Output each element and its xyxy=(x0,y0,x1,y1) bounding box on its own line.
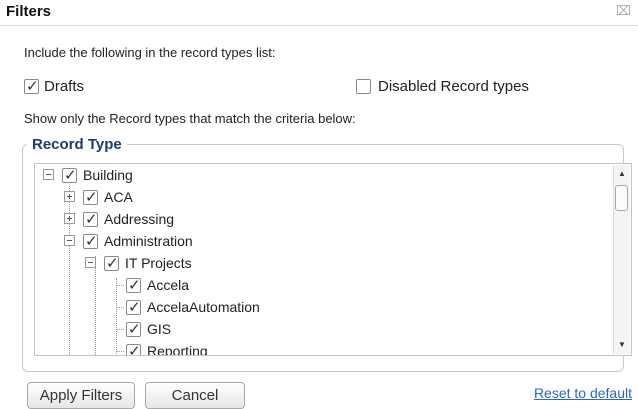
tree-label-building[interactable]: Building xyxy=(83,167,133,183)
tree-checkbox-accelaautomation[interactable] xyxy=(126,298,141,316)
tree-label-reporting[interactable]: Reporting xyxy=(147,343,208,355)
drafts-checkbox[interactable] xyxy=(24,77,39,95)
tree-connector xyxy=(116,278,117,355)
collapse-toggle-icon[interactable] xyxy=(43,169,54,180)
disabled-record-types-label[interactable]: Disabled Record types xyxy=(378,78,529,95)
tree-checkbox-reporting[interactable] xyxy=(126,342,141,355)
collapse-toggle-icon[interactable] xyxy=(64,235,75,246)
tree-label-gis[interactable]: GIS xyxy=(147,321,171,337)
tree-label-aca[interactable]: ACA xyxy=(104,189,133,205)
tree-label-accela[interactable]: Accela xyxy=(147,277,189,293)
tree-connector xyxy=(95,256,96,355)
dialog-titlebar: Filters ⌧ xyxy=(0,0,638,26)
close-icon[interactable]: ⌧ xyxy=(616,3,631,19)
collapse-toggle-icon[interactable] xyxy=(85,257,96,268)
tree-checkbox-accela[interactable] xyxy=(126,276,141,294)
criteria-instruction: Show only the Record types that match th… xyxy=(24,111,356,126)
scroll-up-arrow-icon[interactable]: ▲ xyxy=(614,167,630,181)
tree-label-accelaautomation[interactable]: AccelaAutomation xyxy=(147,299,260,315)
tree-label-addressing[interactable]: Addressing xyxy=(104,211,174,227)
tree-label-administration[interactable]: Administration xyxy=(104,233,193,249)
tree-connector xyxy=(69,186,70,355)
disabled-record-types-checkbox[interactable] xyxy=(356,79,371,94)
tree-connector xyxy=(116,285,124,286)
tree-scrollbar[interactable]: ▲ ▼ xyxy=(613,165,630,354)
record-type-tree[interactable]: Building ACA Addressing Administration I… xyxy=(34,163,632,356)
tree-connector xyxy=(116,329,124,330)
drafts-label[interactable]: Drafts xyxy=(44,78,84,95)
tree-checkbox-addressing[interactable] xyxy=(83,210,98,228)
include-instruction: Include the following in the record type… xyxy=(24,45,276,60)
reset-to-default-link[interactable]: Reset to default xyxy=(534,385,632,401)
dialog-title: Filters xyxy=(6,3,52,20)
expand-toggle-icon[interactable] xyxy=(64,191,75,202)
tree-label-it-projects[interactable]: IT Projects xyxy=(125,255,192,271)
record-type-legend: Record Type xyxy=(32,136,122,153)
scrollbar-thumb[interactable] xyxy=(615,185,628,211)
tree-connector xyxy=(116,307,124,308)
tree-checkbox-aca[interactable] xyxy=(83,188,98,206)
tree-checkbox-building[interactable] xyxy=(62,166,77,184)
expand-toggle-icon[interactable] xyxy=(64,213,75,224)
tree-checkbox-administration[interactable] xyxy=(83,232,98,250)
scroll-down-arrow-icon[interactable]: ▼ xyxy=(614,338,630,352)
tree-checkbox-it-projects[interactable] xyxy=(104,254,119,272)
tree-checkbox-gis[interactable] xyxy=(126,320,141,338)
tree-connector xyxy=(116,351,124,352)
